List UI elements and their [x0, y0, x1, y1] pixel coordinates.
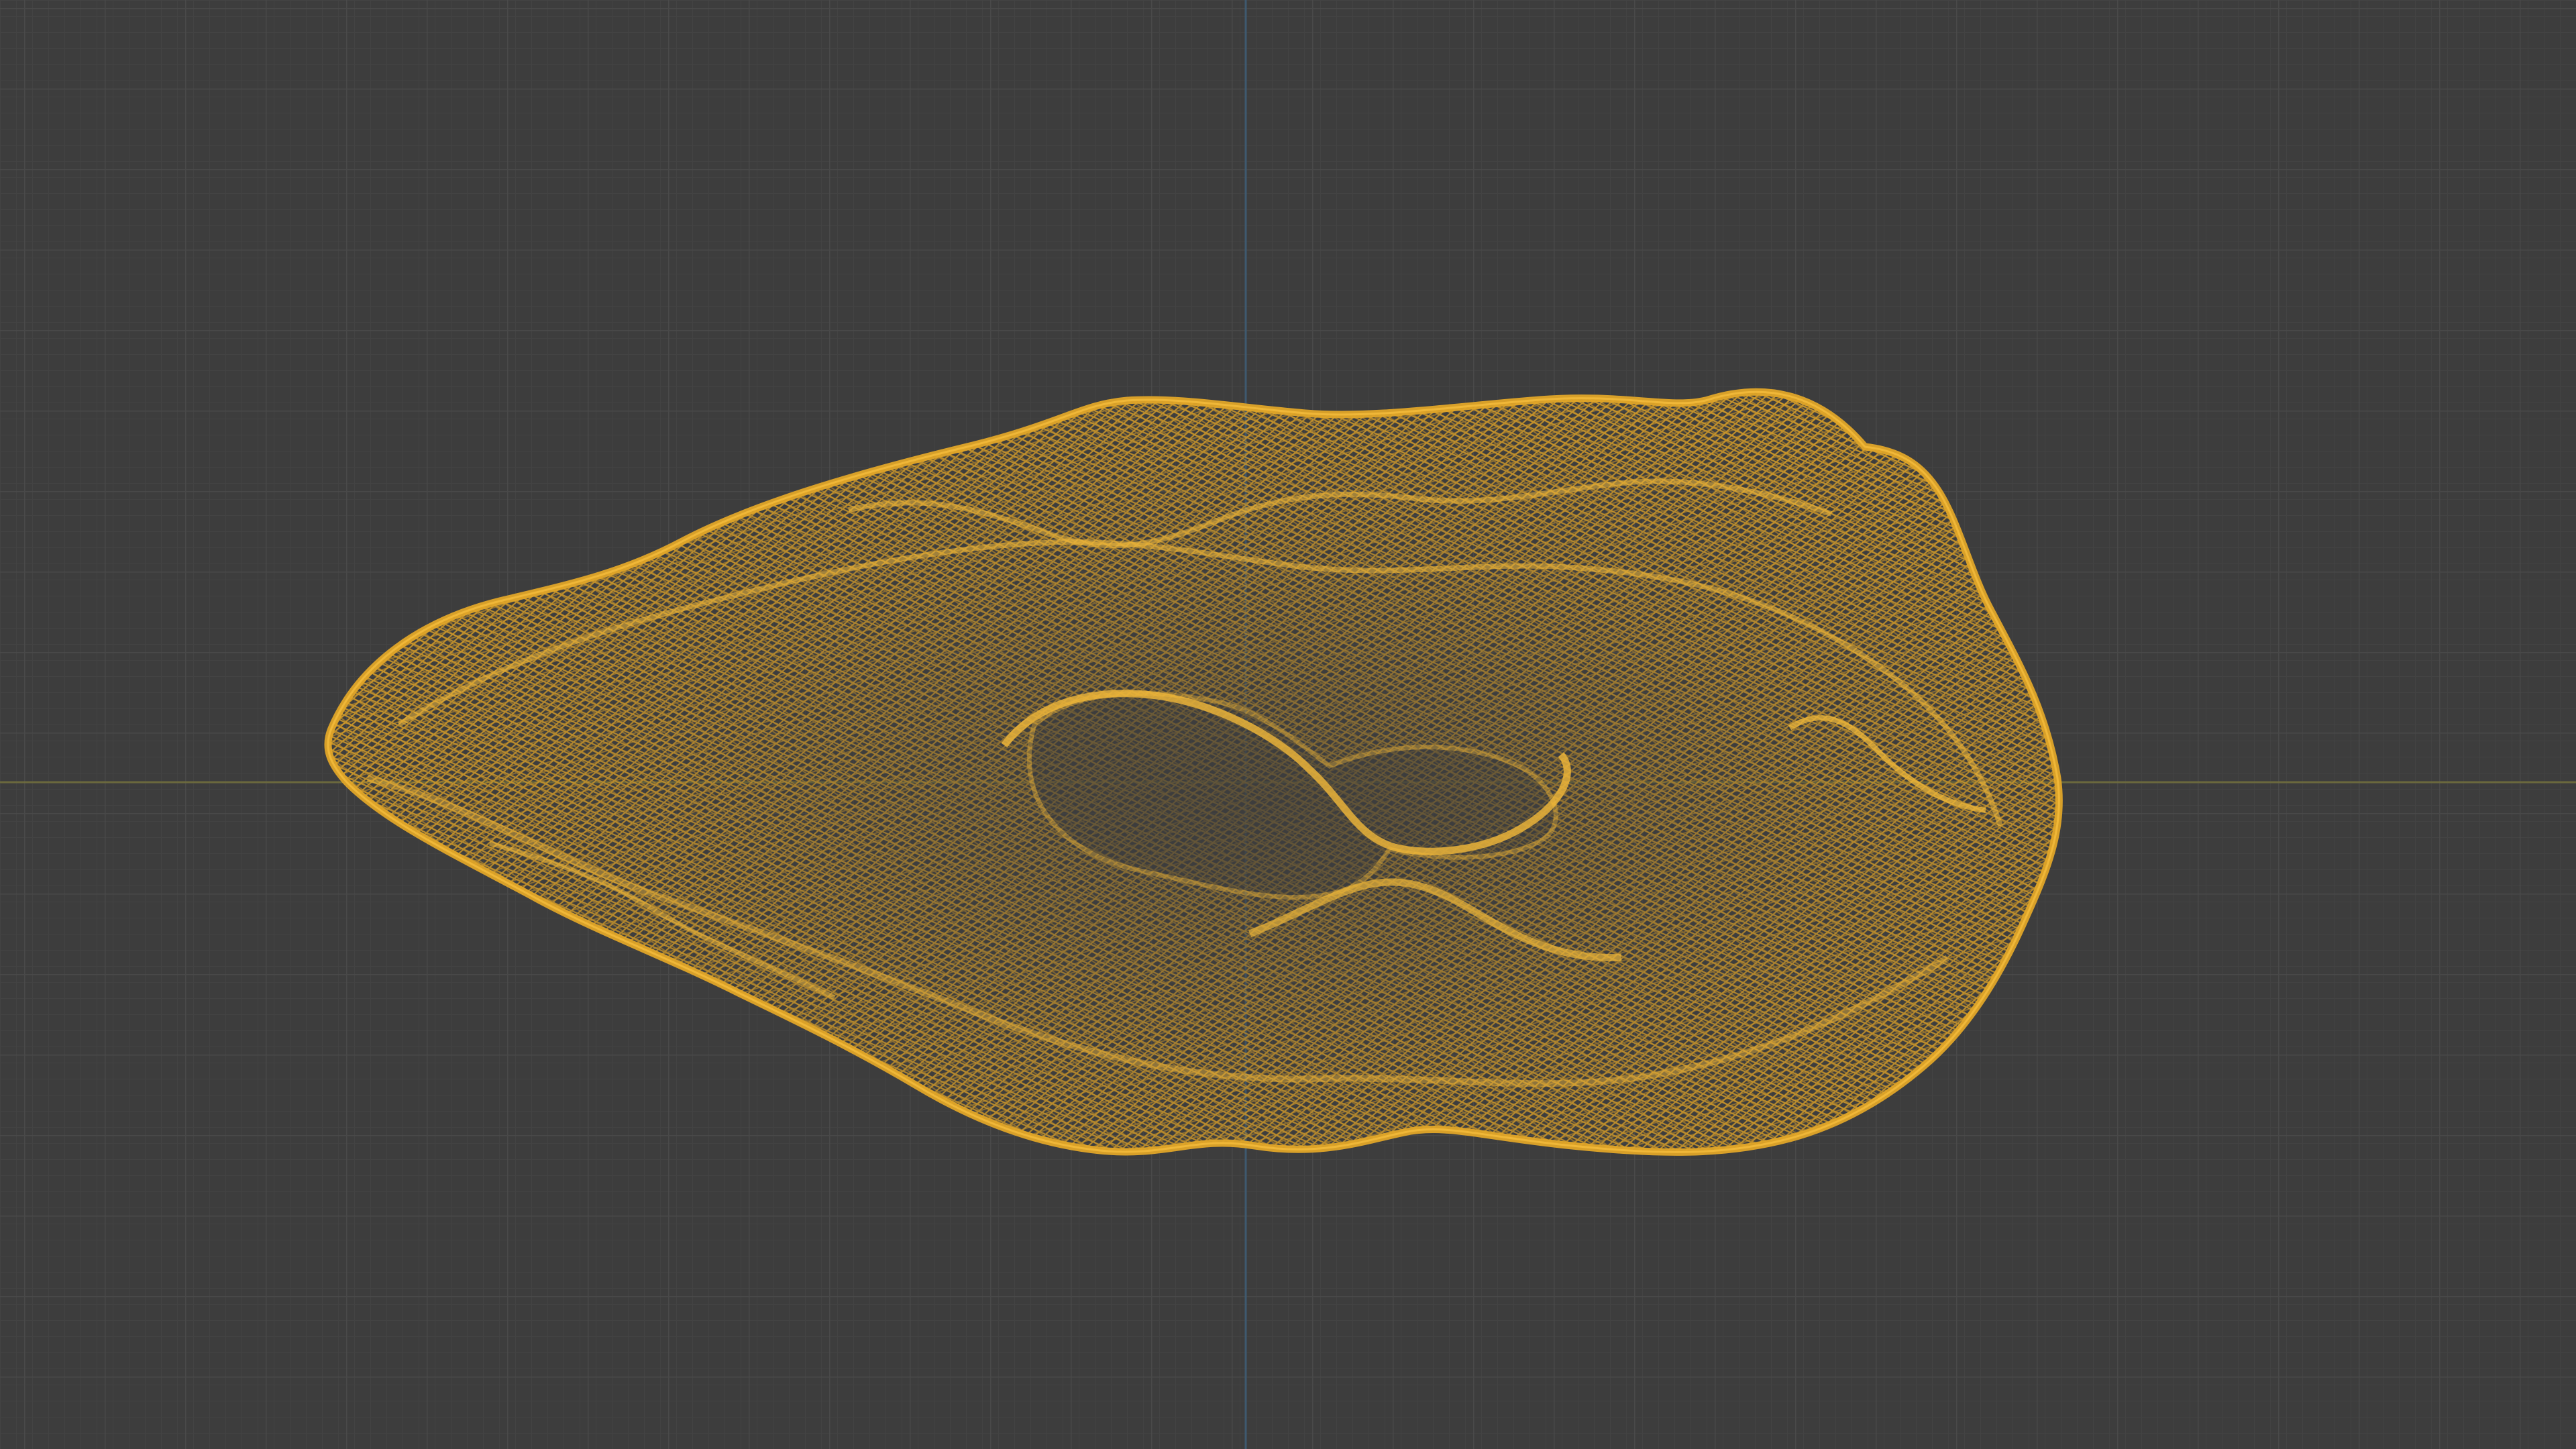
- viewport-canvas[interactable]: [0, 0, 2576, 1449]
- 3d-viewport[interactable]: [0, 0, 2576, 1449]
